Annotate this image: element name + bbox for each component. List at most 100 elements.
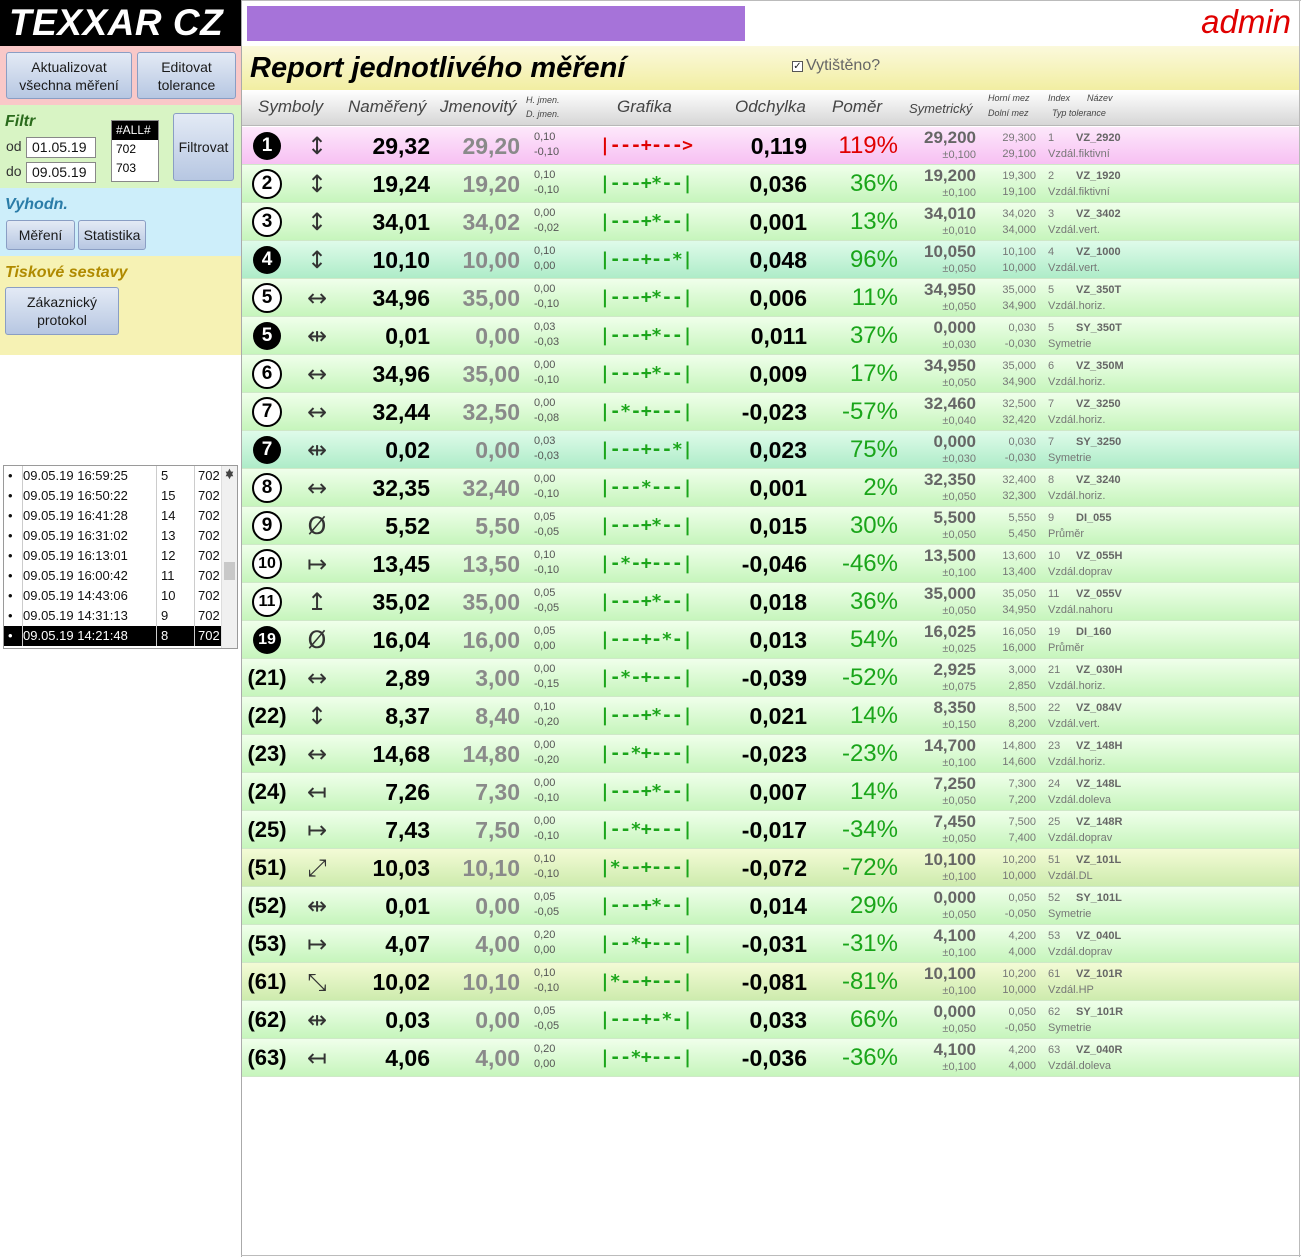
feature-name: VZ_1920	[1076, 170, 1121, 182]
log-row[interactable]: • 09.05.19 14:43:06 10 702	[4, 586, 237, 606]
log-row[interactable]: • 09.05.19 14:31:13 9 702	[4, 606, 237, 626]
table-row[interactable]: (51) ⤢ 10,03 10,10 |*--+---| -0,072 -72% 10,100…	[242, 849, 1299, 887]
log-row[interactable]: • 09.05.19 16:00:42 11 702	[4, 566, 237, 586]
filter-code-item[interactable]: 702	[112, 140, 158, 159]
tolerance-graph: |-*-+---|	[599, 667, 693, 688]
log-row[interactable]: • 09.05.19 16:13:01 12 702	[4, 546, 237, 566]
table-row[interactable]: (21) ↔ 2,89 3,00 |-*-+---| -0,039 -52% 2,925 ±0,…	[242, 659, 1299, 697]
filter-button[interactable]: Filtrovat	[173, 113, 234, 181]
nominal-value: 29,20	[462, 133, 520, 159]
feature-name: VZ_350M	[1076, 360, 1124, 372]
table-row[interactable]: (22) ↕ 8,37 8,40 |---+*--| 0,021 14% 8,350 ±0,15…	[242, 697, 1299, 735]
feature-number: 11	[244, 587, 290, 617]
table-row[interactable]: 4 ↕ 10,10 10,00 |---+--*| 0,048 96% 10,050 ±0,05…	[242, 241, 1299, 279]
measurement-log-list[interactable]: • 09.05.19 16:59:25 5 702 • 09.05.19 16:50:22…	[3, 465, 238, 649]
log-count: 13	[156, 526, 197, 546]
deviation-value: -0,023	[741, 399, 807, 425]
symmetric-value: 0,000	[933, 432, 976, 451]
date-to-input[interactable]: 09.05.19	[26, 162, 96, 183]
col-index: Index	[1048, 93, 1071, 103]
symmetric-value: 13,500	[924, 546, 976, 565]
log-time: 09.05.19 16:50:22	[22, 486, 155, 506]
col-lower-limit: Dolní mez	[988, 108, 1029, 118]
scroll-thumb[interactable]	[224, 562, 235, 580]
feature-index: 5	[1048, 322, 1055, 334]
feature-index: 4	[1048, 246, 1055, 258]
measured-value: 0,01	[385, 323, 430, 349]
tolerance-bounds: 0,10 -0,10	[534, 548, 564, 578]
symmetric-tolerance: ±0,050	[942, 263, 976, 275]
table-row[interactable]: (52) ⇹ 0,01 0,00 |---+*--| 0,014 29% 0,000 ±0,05…	[242, 887, 1299, 925]
feature-number: (53)	[244, 929, 290, 959]
dimension-symbol-icon: ↔	[306, 360, 328, 388]
tolerance-bounds: 0,05 -0,05	[534, 586, 564, 616]
measure-button[interactable]: Měření	[6, 220, 75, 250]
lower-limit: 8,200	[1008, 718, 1036, 730]
feature-name: VZ_030H	[1076, 664, 1123, 676]
dimension-symbol-icon: ⇹	[306, 436, 328, 464]
log-row[interactable]: • 09.05.19 16:59:25 5 702	[4, 466, 237, 486]
deviation-value: -0,039	[741, 665, 807, 691]
table-row[interactable]: 11 ↥ 35,02 35,00 |---+*--| 0,018 36% 35,000 ±0,0…	[242, 583, 1299, 621]
scroll-down-icon[interactable]: ▼	[222, 469, 237, 483]
statistics-button[interactable]: Statistika	[78, 220, 146, 250]
feature-index: 52	[1048, 892, 1061, 904]
feature-badge: (24)	[247, 779, 287, 804]
lower-tolerance: -0,02	[534, 222, 560, 234]
table-row[interactable]: (53) ↦ 4,07 4,00 |--*+---| -0,031 -31% 4,100 ±0,…	[242, 925, 1299, 963]
table-row[interactable]: 9 Ø 5,52 5,50 |---+*--| 0,015 30% 5,500 ±0,050 9 D…	[242, 507, 1299, 545]
tolerance-type: Vzdál.horiz.	[1048, 756, 1106, 768]
table-row[interactable]: (62) ⇹ 0,03 0,00 |---+-*-| 0,033 66% 0,000 ±0,05…	[242, 1001, 1299, 1039]
table-row[interactable]: 8 ↔ 32,35 32,40 |---*---| 0,001 2% 32,350 ±0,050…	[242, 469, 1299, 507]
upper-limit: 4,200	[1008, 1044, 1036, 1056]
table-row[interactable]: 10 ↦ 13,45 13,50 |-*-+---| -0,046 -46% 13,500 ±0…	[242, 545, 1299, 583]
table-row[interactable]: 3 ↕ 34,01 34,02 |---+*--| 0,001 13% 34,010 ±0,01…	[242, 203, 1299, 241]
log-row[interactable]: • 09.05.19 16:50:22 15 702	[4, 486, 237, 506]
checkbox-icon[interactable]: ✓	[792, 60, 803, 72]
edit-tolerance-button[interactable]: Editovat tolerance	[137, 52, 236, 99]
table-row[interactable]: 5 ⇹ 0,01 0,00 |---+*--| 0,011 37% 0,000 ±0,030 5 S…	[242, 317, 1299, 355]
table-row[interactable]: 19 Ø 16,04 16,00 |---+-*-| 0,013 54% 16,025 ±0,0…	[242, 621, 1299, 659]
table-row[interactable]: (24) ↤ 7,26 7,30 |---+*--| 0,007 14% 7,250 ±0,05…	[242, 773, 1299, 811]
print-title: Tiskové sestavy	[5, 264, 128, 281]
feature-name: DI_160	[1076, 626, 1112, 638]
table-row[interactable]: 7 ⇹ 0,02 0,00 |---+--*| 0,023 75% 0,000 ±0,030 7 S…	[242, 431, 1299, 469]
table-row[interactable]: 2 ↕ 19,24 19,20 |---+*--| 0,036 36% 19,200 ±0,10…	[242, 165, 1299, 203]
limits: 0,030 -0,030	[986, 320, 1036, 352]
feature-badge: (62)	[247, 1007, 287, 1032]
lower-limit: 10,000	[1002, 870, 1036, 882]
feature-badge: 5	[253, 322, 281, 350]
log-bullet: •	[8, 548, 13, 563]
filter-code-item[interactable]: 703	[112, 159, 158, 178]
date-from-input[interactable]: 01.05.19	[26, 137, 96, 158]
feature-name: SY_101L	[1076, 892, 1122, 904]
table-row[interactable]: (23) ↔ 14,68 14,80 |--*+---| -0,023 -23% 14,700…	[242, 735, 1299, 773]
table-row[interactable]: 7 ↔ 32,44 32,50 |-*-+---| -0,023 -57% 32,460 ±0,…	[242, 393, 1299, 431]
filter-code-list[interactable]: #ALL# 702 703	[111, 120, 159, 182]
log-row[interactable]: • 09.05.19 16:31:02 13 702	[4, 526, 237, 546]
feature-badge: 6	[252, 359, 282, 389]
table-row[interactable]: 1 ↕ 29,32 29,20 |---+---> 0,119 119% 29,200 ±0,1…	[242, 127, 1299, 165]
measured-value: 4,06	[385, 1045, 430, 1071]
table-row[interactable]: (63) ↤ 4,06 4,00 |--*+---| -0,036 -36% 4,100 ±0,…	[242, 1039, 1299, 1077]
feature-badge: (25)	[247, 817, 287, 842]
dimension-symbol-icon: ↕	[306, 208, 328, 236]
tolerance-bounds: 0,00 -0,10	[534, 358, 564, 388]
ratio-value: -34%	[841, 816, 898, 843]
update-all-button[interactable]: Aktualizovat všechna měření	[6, 52, 132, 99]
log-row[interactable]: • 09.05.19 16:41:28 14 702	[4, 506, 237, 526]
table-row[interactable]: (61) ⤡ 10,02 10,10 |*--+---| -0,081 -81% 10,100…	[242, 963, 1299, 1001]
log-count: 11	[156, 566, 197, 586]
upper-limit: 0,050	[1008, 1006, 1036, 1018]
table-row[interactable]: 6 ↔ 34,96 35,00 |---+*--| 0,009 17% 34,950 ±0,05…	[242, 355, 1299, 393]
customer-protocol-button[interactable]: Zákaznický protokol	[5, 287, 119, 335]
filter-code-item[interactable]: #ALL#	[112, 121, 158, 140]
lower-tolerance: 0,00	[534, 1058, 556, 1070]
log-row[interactable]: • 09.05.19 14:21:48 8 702	[4, 626, 237, 646]
upper-tolerance: 0,00	[534, 739, 556, 751]
log-scrollbar[interactable]: ▲ ▼	[221, 466, 237, 648]
table-row[interactable]: 5 ↔ 34,96 35,00 |---+*--| 0,006 11% 34,950 ±0,05…	[242, 279, 1299, 317]
printed-checkbox[interactable]: ✓ Vytištěno?	[792, 57, 880, 75]
upper-limit: 10,100	[1002, 246, 1036, 258]
table-row[interactable]: (25) ↦ 7,43 7,50 |--*+---| -0,017 -34% 7,450 ±0,…	[242, 811, 1299, 849]
